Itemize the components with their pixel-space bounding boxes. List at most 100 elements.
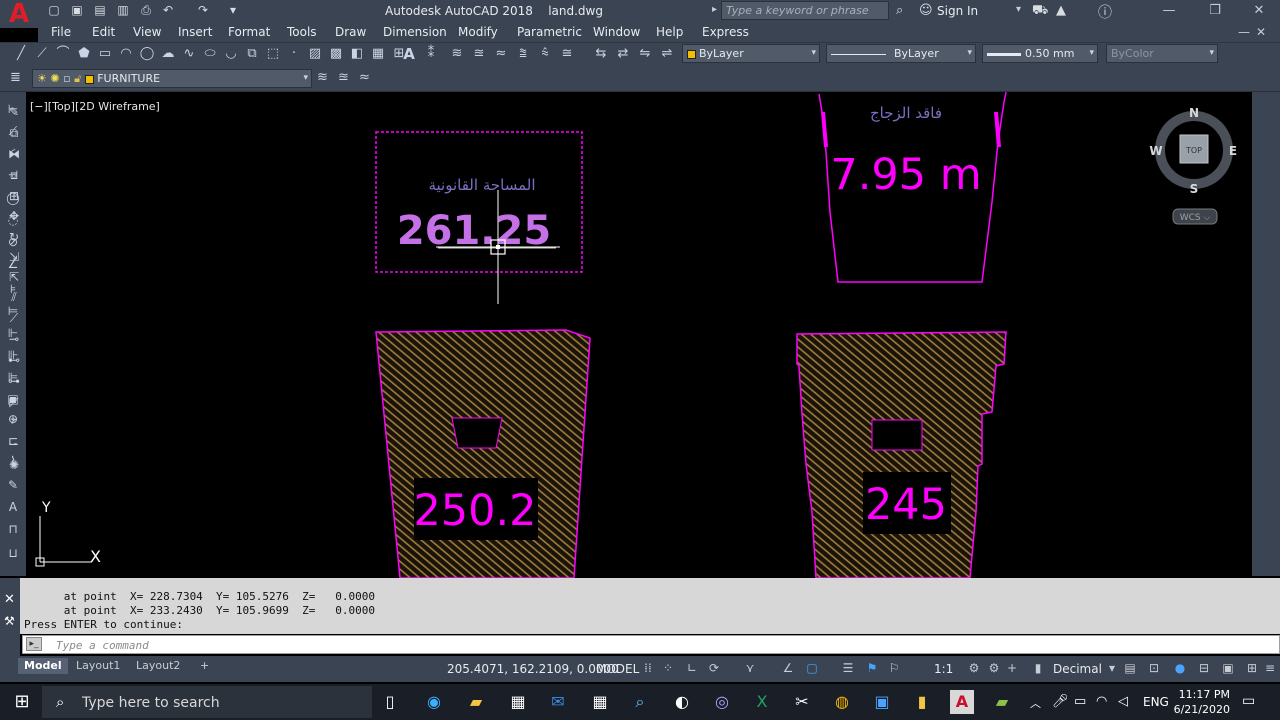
polyline-icon[interactable]: ⌒ (54, 45, 72, 63)
plot-1-hatch[interactable] (375, 329, 591, 578)
layer-previous-icon[interactable]: ≊ (338, 70, 349, 85)
app-menu-button[interactable]: A (0, 0, 38, 28)
make-current-icon[interactable]: ≋ (317, 70, 328, 85)
layer-match-icon[interactable]: ≈ (492, 45, 510, 63)
new-file-icon[interactable]: ▢ (46, 3, 62, 18)
linetype-dropdown[interactable]: ByLayer ▾ (826, 44, 976, 63)
chamfer-icon[interactable]: ◸ (5, 393, 23, 411)
close-button[interactable]: ✕ (1236, 0, 1280, 22)
save-as-icon[interactable]: ▥ (115, 3, 131, 18)
tray-expand-icon[interactable]: ︿ (1030, 695, 1041, 711)
language-indicator[interactable]: ENG (1143, 695, 1169, 709)
trim-icon[interactable]: ⫽ (5, 288, 23, 306)
hatch-icon[interactable]: ▨ (306, 45, 324, 63)
sign-in-dropdown-icon[interactable]: ▾ (1016, 4, 1021, 15)
scale-icon[interactable]: ⇲ (5, 248, 23, 266)
menu-edit[interactable]: Edit (92, 25, 115, 39)
units-dropdown-icon[interactable]: ▾ (1104, 660, 1120, 676)
close-command-icon[interactable]: ✕ (4, 592, 15, 607)
ortho-icon[interactable]: ∟ (684, 660, 700, 676)
point-icon[interactable]: · (285, 45, 303, 63)
edge-browser-icon[interactable]: ◉ (422, 690, 446, 714)
rotate-icon[interactable]: ↻ (5, 228, 23, 246)
model-space-button[interactable]: MODEL (596, 662, 639, 676)
workspace-gear-icon[interactable]: ⚙ (966, 660, 982, 676)
explode-icon[interactable]: ✺ (5, 456, 23, 474)
drawing-canvas[interactable]: [−][Top][2D Wireframe] المساحة القانونية… (26, 92, 1252, 578)
units-dropdown[interactable]: Decimal (1053, 662, 1102, 676)
tab-model[interactable]: Model (18, 658, 68, 674)
menu-draw[interactable]: Draw (335, 25, 366, 39)
extend-icon[interactable]: ⟋ (5, 309, 23, 327)
osnap-tracking-icon[interactable]: ∠ (780, 660, 796, 676)
color-dropdown[interactable]: ByLayer ▾ (682, 44, 820, 63)
polar-icon[interactable]: ⟳ (706, 660, 722, 676)
tab-layout2[interactable]: Layout2 (130, 658, 186, 674)
dim-style-icon[interactable]: ⊔ (4, 544, 22, 562)
binoculars-icon[interactable]: ⌕ (896, 3, 903, 18)
redo-icon[interactable]: ↷ (195, 3, 211, 18)
layer-dropdown[interactable]: ☀ ✺ ▫ 🔓︎ FURNITURE ▾ (32, 69, 312, 88)
layer-walk-icon[interactable]: ≅ (558, 45, 576, 63)
vpn-app-icon[interactable]: ◎ (710, 690, 734, 714)
annotation-autoscale-icon[interactable]: ⚐ (886, 660, 902, 676)
dim-update-icon[interactable]: ⊓ (4, 520, 22, 538)
autocad-taskbar-icon[interactable]: A (950, 690, 974, 714)
erase-icon[interactable]: ✎ (5, 103, 23, 121)
spline-icon[interactable]: ∿ (180, 45, 198, 63)
notifications-icon[interactable]: ▭ (1242, 693, 1255, 709)
move-icon[interactable]: ✥ (5, 207, 23, 225)
maximize-button[interactable]: ❐ (1192, 0, 1238, 22)
tools-app-icon[interactable]: ✂ (790, 690, 814, 714)
network-icon[interactable]: ◠ (1096, 694, 1107, 709)
revcloud-icon[interactable]: ☁ (159, 45, 177, 63)
compass-south[interactable]: S (1190, 182, 1199, 196)
customize-qa-icon[interactable]: ▾ (225, 3, 241, 18)
break-at-point-icon[interactable]: ⊸ (5, 330, 23, 348)
add-layout-button[interactable]: + (194, 658, 215, 674)
menu-insert[interactable]: Insert (178, 25, 212, 39)
osnap-icon[interactable]: ▢ (804, 660, 820, 676)
lineweight-toggle-icon[interactable]: ☰ (840, 660, 856, 676)
customization-icon[interactable]: ⊞ (1244, 660, 1260, 676)
construction-line-icon[interactable]: ⟋ (33, 45, 51, 63)
table-icon[interactable]: ▦ (369, 45, 387, 63)
hardware-accel-icon[interactable]: ⊟ (1196, 660, 1212, 676)
menu-window[interactable]: Window (593, 25, 640, 39)
plot-icon[interactable]: ⎙ (138, 3, 154, 18)
command-input[interactable] (22, 635, 1280, 654)
customize-command-icon[interactable]: ⚒ (4, 614, 15, 628)
sign-in-button[interactable]: Sign In (937, 4, 978, 18)
chrome-icon[interactable]: ◍ (830, 690, 854, 714)
minimize-button[interactable]: — (1146, 0, 1192, 22)
user-icon[interactable]: ☺ (919, 3, 933, 18)
compass-west[interactable]: W (1149, 144, 1162, 158)
windows-start-icon[interactable]: ⊞ (10, 690, 34, 714)
stretch-icon[interactable]: ⇱ (5, 268, 23, 286)
doc-minimize-button[interactable]: — (1238, 25, 1250, 39)
match-prop-icon[interactable]: ⇆ (592, 45, 610, 63)
isodraft-icon[interactable]: ⋎ (742, 660, 758, 676)
line-icon[interactable]: ╱ (12, 45, 30, 63)
rectangle-icon[interactable]: ▭ (96, 45, 114, 63)
plot-2-hatch[interactable] (796, 331, 1007, 578)
volume-icon[interactable]: ◁ (1118, 694, 1128, 709)
tab-layout1[interactable]: Layout1 (70, 658, 126, 674)
layer-uniso-icon[interactable]: ⩯ (536, 45, 554, 63)
join-icon[interactable]: ⊶ (5, 372, 23, 390)
compass-east[interactable]: E (1229, 144, 1237, 158)
search-input[interactable]: Type a keyword or phrase (721, 1, 889, 20)
clean-screen-icon[interactable]: ▣ (1220, 660, 1236, 676)
save-icon[interactable]: ▤ (92, 3, 108, 18)
quick-properties-icon[interactable]: ▤ (1122, 660, 1138, 676)
add-selected-icon[interactable]: ⁑ (422, 45, 440, 63)
array-icon[interactable]: ⊞ (5, 187, 23, 205)
menu-tools[interactable]: Tools (287, 25, 317, 39)
offset-icon[interactable]: ⧈ (5, 166, 23, 184)
settings-icon[interactable]: ⚙ (986, 660, 1002, 676)
dim-text-edit-icon[interactable]: A (4, 498, 22, 516)
command-prompt-icon[interactable]: ▸_ (26, 637, 42, 651)
color-control-icon[interactable]: ⇄ (614, 45, 632, 63)
mail-icon[interactable]: ✉ (546, 690, 570, 714)
circle-icon[interactable]: ◯ (138, 45, 156, 63)
